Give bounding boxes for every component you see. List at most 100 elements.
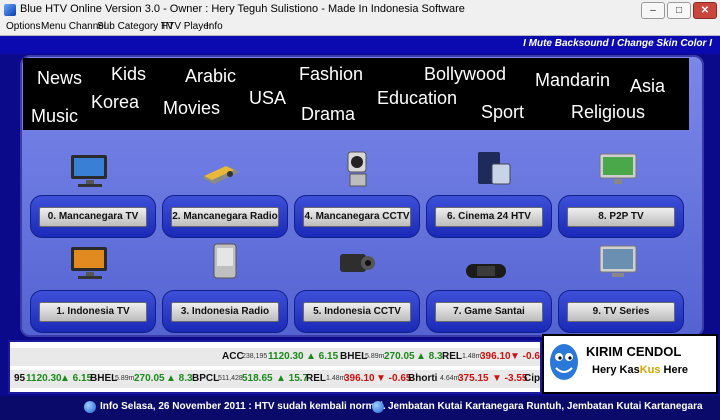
tile-indonesia-cctv[interactable]: 5. Indonesia CCTV: [294, 290, 420, 333]
ticker-bhel-chg: ▲ 8.3: [416, 351, 443, 362]
ticker-bhel-vol: 5.89m: [365, 353, 385, 360]
news-status-bar: Info Selasa, 26 November 2011 : HTV suda…: [0, 396, 720, 420]
ticker-bpcl-chg: ▲ 15.7: [276, 373, 309, 384]
category-sport[interactable]: Sport: [481, 102, 524, 123]
ticker-line-1: ACC 238,195 1120.30 ▲ 6.15 BHEL 5.89m 27…: [10, 348, 540, 366]
ticker-bhel-val: 270.05: [134, 373, 165, 384]
window-title: Blue HTV Online Version 3.0 - Owner : He…: [20, 3, 465, 15]
ticker-acc-val: 1120.30: [26, 373, 62, 384]
ticker-rel: REL: [306, 373, 326, 384]
ticker-acc-chg: ▲ 6.15: [306, 351, 339, 362]
category-mandarin[interactable]: Mandarin: [535, 70, 610, 91]
tile-tv-series[interactable]: 9. TV Series: [558, 290, 684, 333]
ticker-rel-val: 396.10: [344, 373, 375, 384]
category-usa[interactable]: USA: [249, 88, 286, 109]
kirim-cendol-title: KIRIM CENDOL: [586, 344, 682, 359]
window-controls: ‒ □ ✕: [641, 2, 717, 19]
ticker-rel-vol: 1.48m: [462, 353, 482, 360]
ticker-rel-vol: 1.48m: [326, 375, 346, 382]
status-info-right: Jembatan Kutai Kartanegara Runtuh, Jemba…: [388, 401, 703, 412]
tile-label: 9. TV Series: [567, 302, 675, 322]
tile-p2p-tv[interactable]: 8. P2P TV: [558, 195, 684, 238]
ticker-bhel-vol: 5.89m: [115, 375, 135, 382]
ticker-acc-vol: 238,195: [242, 353, 268, 360]
ticker-bhel: BHEL: [340, 351, 368, 362]
tile-mancanegara-radio[interactable]: 2. Mancanegara Radio: [162, 195, 288, 238]
maximize-button[interactable]: □: [667, 2, 691, 19]
info-globe-icon: [84, 401, 96, 413]
menu-htv-player[interactable]: HTV Player: [161, 21, 212, 32]
camcorder-icon: [340, 254, 375, 272]
ticker-bpcl-val: 518.65: [242, 373, 273, 384]
ticker-bhorti-val: 375.15: [458, 373, 489, 384]
category-asia[interactable]: Asia: [630, 76, 665, 97]
p2p-tv-icon: [599, 153, 637, 184]
minimize-button[interactable]: ‒: [641, 2, 665, 19]
ticker-rel: REL: [442, 351, 462, 362]
tile-cinema-24-htv[interactable]: 6. Cinema 24 HTV: [426, 195, 552, 238]
category-music[interactable]: Music: [31, 106, 78, 127]
ticker-bhorti-vol: 4.64m: [440, 375, 460, 382]
radio-icon: [213, 243, 237, 279]
ticker-bhorti-chg: ▼ -3.55: [492, 373, 528, 384]
category-bar: News Kids Arabic Fashion Bollywood Manda…: [23, 58, 689, 130]
category-bollywood[interactable]: Bollywood: [424, 64, 506, 85]
stock-ticker: ACC 238,195 1120.30 ▲ 6.15 BHEL 5.89m 27…: [8, 340, 542, 394]
category-drama[interactable]: Drama: [301, 104, 355, 125]
tile-label: 0. Mancanegara TV: [39, 207, 147, 227]
status-info-left: Info Selasa, 26 November 2011 : HTV suda…: [100, 401, 386, 412]
cctv-camera-icon: [347, 151, 367, 187]
tile-indonesia-tv[interactable]: 1. Indonesia TV: [30, 290, 156, 333]
kaskus-mascot-icon: [550, 344, 578, 380]
tile-label: 7. Game Santai: [435, 302, 543, 322]
game-console-icon: [466, 264, 506, 278]
ticker-acc: ACC: [222, 351, 244, 362]
ticker-lead: 95: [14, 373, 26, 384]
ticker-rel-chg: ▼ -0.65: [376, 373, 412, 384]
title-bar: Blue HTV Online Version 3.0 - Owner : He…: [0, 0, 720, 21]
menu-info[interactable]: Info: [206, 21, 223, 32]
category-korea[interactable]: Korea: [91, 92, 139, 113]
tile-label: 6. Cinema 24 HTV: [435, 207, 543, 227]
ticker-acc-chg: ▲ 6.15: [60, 373, 93, 384]
ticker-tail: Cipl: [524, 373, 540, 384]
tv-icon: [71, 247, 107, 279]
tile-mancanegara-cctv[interactable]: 4. Mancanegara CCTV: [294, 195, 420, 238]
tile-mancanegara-tv[interactable]: 0. Mancanegara TV: [30, 195, 156, 238]
category-religious[interactable]: Religious: [571, 102, 645, 123]
ticker-bpcl-vol: 511,428: [218, 375, 243, 382]
top-strip: I Mute Backsound I Change Skin Color I: [0, 36, 720, 54]
info-globe-icon: [372, 401, 384, 413]
tile-label: 3. Indonesia Radio: [171, 302, 279, 322]
tile-label: 4. Mancanegara CCTV: [303, 207, 411, 227]
kirim-cendol-subtitle: Hery KasKus Here: [592, 364, 689, 376]
tile-label: 8. P2P TV: [567, 207, 675, 227]
ticker-bhel-val: 270.05: [384, 351, 415, 362]
category-arabic[interactable]: Arabic: [185, 66, 236, 87]
ticker-rel-val: 396.10: [480, 351, 511, 362]
app-icon: [4, 4, 16, 16]
ticker-bhel-chg: ▲ 8.3: [166, 373, 193, 384]
category-movies[interactable]: Movies: [163, 98, 220, 119]
tile-label: 5. Indonesia CCTV: [303, 302, 411, 322]
mute-skin-links[interactable]: I Mute Backsound I Change Skin Color I: [523, 38, 712, 49]
radio-icon: [202, 166, 240, 184]
ticker-acc-val: 1120.30: [268, 351, 304, 362]
ticker-bpcl: BPCL: [192, 373, 220, 384]
menu-bar: Options Menu Channel Sub Category TV HTV…: [0, 20, 720, 36]
category-education[interactable]: Education: [377, 88, 457, 109]
ticker-rel-chg: ▼ -0.65: [510, 351, 540, 362]
category-kids[interactable]: Kids: [111, 64, 146, 85]
kirim-cendol-box[interactable]: KIRIM CENDOL Hery KasKus Here: [542, 334, 718, 394]
tile-game-santai[interactable]: 7. Game Santai: [426, 290, 552, 333]
ticker-bhorti: Bhorti: [408, 373, 438, 384]
category-fashion[interactable]: Fashion: [299, 64, 363, 85]
tile-label: 2. Mancanegara Radio: [171, 207, 279, 227]
close-button[interactable]: ✕: [693, 2, 717, 19]
tile-label: 1. Indonesia TV: [39, 302, 147, 322]
tile-indonesia-radio[interactable]: 3. Indonesia Radio: [162, 290, 288, 333]
ticker-bhel: BHEL: [90, 373, 118, 384]
category-news[interactable]: News: [37, 68, 82, 89]
cinema-icon: [478, 152, 511, 185]
menu-options[interactable]: Options: [6, 21, 40, 32]
